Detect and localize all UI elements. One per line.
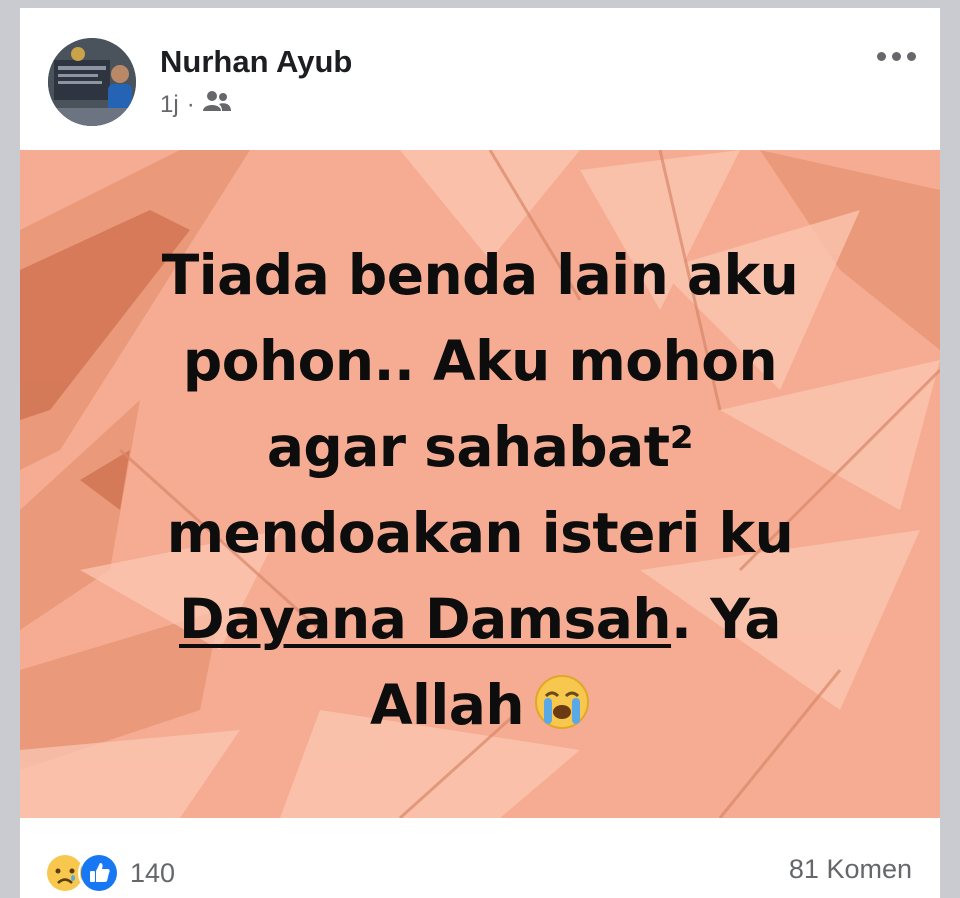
friends-icon[interactable] <box>202 90 231 119</box>
post-text-line: pohon.. Aku mohon <box>182 329 778 393</box>
author-name[interactable]: Nurhan Ayub <box>160 44 352 80</box>
post-header: Nurhan Ayub 1j · <box>20 8 940 150</box>
like-reaction-icon <box>78 852 120 894</box>
post-text-line: agar sahabat² <box>266 415 694 479</box>
post-footer: 140 81 Komen <box>20 818 940 898</box>
reaction-count[interactable]: 140 <box>130 858 175 889</box>
post-meta: 1j · <box>160 90 231 119</box>
post-time[interactable]: 1j <box>160 91 179 119</box>
mention-link[interactable]: Dayana Damsah <box>179 587 672 651</box>
post-card: Nurhan Ayub 1j · Tiada benda lain aku po… <box>20 8 940 898</box>
post-background: Tiada benda lain aku pohon.. Aku mohon a… <box>20 150 940 818</box>
more-options-icon[interactable] <box>877 52 916 61</box>
meta-separator: · <box>186 90 195 118</box>
comments-count[interactable]: 81 Komen <box>789 854 912 885</box>
post-text: Tiada benda lain aku pohon.. Aku mohon a… <box>60 232 900 748</box>
reactions-summary[interactable]: 140 <box>44 852 175 894</box>
loudly-crying-face-icon <box>534 668 590 729</box>
post-text-line: mendoakan isteri ku <box>166 501 794 565</box>
post-text-line: Allah <box>60 662 900 748</box>
post-text-fragment: . Ya <box>671 587 781 651</box>
post-text-line: Tiada benda lain aku <box>161 243 799 307</box>
post-text-fragment: Allah <box>369 673 525 737</box>
post-text-line: Dayana Damsah. Ya <box>60 576 900 662</box>
author-avatar[interactable] <box>48 38 136 126</box>
